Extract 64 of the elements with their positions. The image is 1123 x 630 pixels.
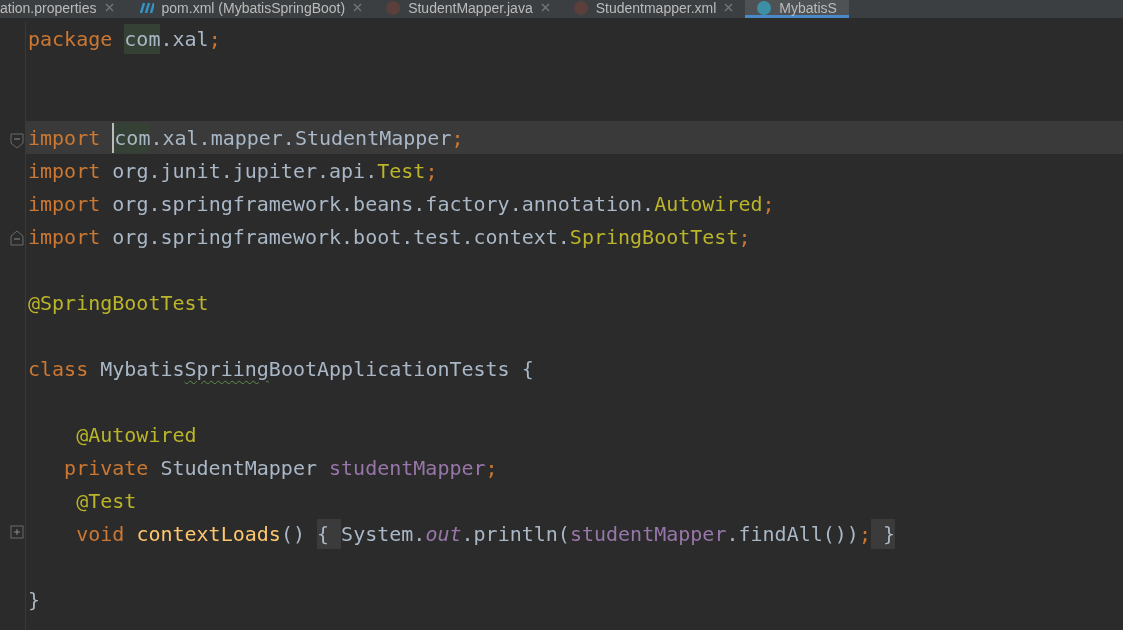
annotation: @Test — [75, 487, 137, 515]
code-text: StudentMapper — [160, 454, 318, 482]
misspelled-word: Spriing — [184, 355, 269, 383]
semicolon: ; — [762, 190, 775, 218]
folded-brace: { — [317, 518, 342, 549]
semicolon: ; — [451, 124, 464, 152]
class-icon — [757, 0, 772, 15]
fold-end-icon — [10, 230, 24, 246]
slashes-icon — [137, 2, 154, 13]
semicolon: ; — [738, 223, 751, 251]
code-text: System. — [341, 520, 426, 548]
annotation: @Autowired — [75, 421, 197, 449]
semicolon: ; — [425, 157, 438, 185]
keyword: class — [28, 355, 90, 383]
editor-tab[interactable]: ation.properties — [0, 0, 126, 18]
semicolon: ; — [485, 454, 498, 482]
code-text: .xal — [160, 25, 209, 53]
field-name: studentMapper — [569, 520, 727, 548]
code-text: org.junit.jupiter.api. — [112, 157, 378, 185]
editor-tab[interactable]: StudentMapper.java — [374, 0, 562, 18]
close-icon[interactable] — [540, 3, 550, 12]
keyword: import — [28, 124, 102, 152]
annotation: @SpringBootTest — [28, 289, 209, 317]
code-text: () — [280, 520, 306, 548]
method-name: contextLoads — [136, 520, 281, 548]
code-text: .findAll()) — [726, 520, 859, 548]
highlighted-identifier: com — [112, 122, 151, 153]
code-text: Mybatis — [100, 355, 185, 383]
code-text: org.springframework.boot.test.context. — [112, 223, 570, 251]
code-text: BootApplicationTests { — [268, 355, 534, 383]
keyword: import — [28, 190, 102, 218]
close-icon[interactable] — [353, 3, 363, 12]
close-icon[interactable] — [724, 3, 734, 12]
avatar-icon — [573, 0, 588, 15]
tab-label: ation.properties — [0, 0, 97, 15]
editor-tab[interactable]: MybatisS — [745, 0, 849, 18]
keyword: private — [63, 454, 150, 482]
tab-label: pom.xml (MybatisSpringBoot) — [161, 0, 346, 15]
semicolon: ; — [858, 520, 871, 548]
folded-brace: } — [870, 518, 896, 549]
keyword: void — [75, 520, 126, 548]
semicolon: ; — [208, 25, 221, 53]
field-name: studentMapper — [329, 454, 486, 482]
close-icon[interactable] — [104, 3, 114, 12]
editor-tab[interactable]: pom.xml (MybatisSpringBoot) — [125, 0, 375, 18]
fold-expand-icon — [10, 525, 24, 539]
code-text: .xal.mapper.StudentMapper — [150, 124, 452, 152]
fold-start-icon — [10, 133, 24, 149]
keyword: import — [28, 223, 102, 251]
static-field: out — [425, 518, 462, 549]
annotation: Test — [377, 157, 426, 185]
annotation: SpringBootTest — [569, 223, 739, 251]
highlighted-identifier: com — [124, 23, 161, 54]
avatar-icon — [386, 0, 401, 15]
editor-tab[interactable]: Studentmapper.xml — [561, 0, 746, 18]
tab-label: MybatisS — [779, 0, 837, 15]
keyword: import — [28, 157, 102, 185]
code-text: } — [28, 586, 41, 614]
keyword: package — [28, 25, 114, 53]
annotation: Autowired — [654, 190, 763, 218]
code-text: .println( — [461, 520, 570, 548]
tab-label: Studentmapper.xml — [595, 0, 717, 15]
code-text: org.springframework.beans.factory.annotation. — [112, 190, 655, 218]
tab-label: StudentMapper.java — [408, 0, 533, 15]
